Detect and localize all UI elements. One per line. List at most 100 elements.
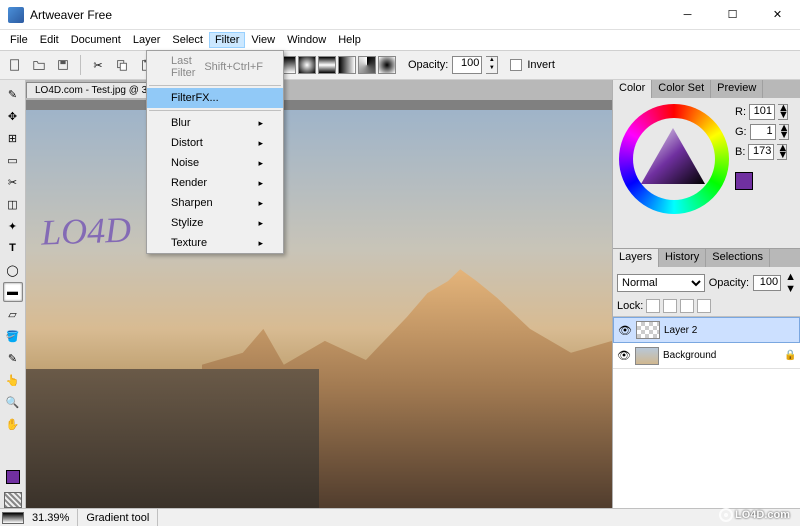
layer-name[interactable]: Background	[663, 350, 780, 361]
layer-opacity-input[interactable]: 100	[753, 275, 781, 291]
fill-tool[interactable]: 🪣	[3, 326, 23, 346]
lock-transparency-button[interactable]	[646, 299, 660, 313]
gradient-reflected-button[interactable]	[318, 56, 336, 74]
layer-thumbnail[interactable]	[636, 321, 660, 339]
gradient-tool[interactable]: ▬	[3, 282, 23, 302]
menu-sharpen[interactable]: Sharpen▸	[147, 193, 283, 213]
status-bar: 31.39% Gradient tool	[0, 508, 800, 526]
g-label: G:	[735, 126, 747, 138]
cut-button[interactable]: ✂	[87, 54, 109, 76]
menu-file[interactable]: File	[4, 32, 34, 48]
menu-distort[interactable]: Distort▸	[147, 133, 283, 153]
tab-color-set[interactable]: Color Set	[652, 80, 711, 98]
new-file-button[interactable]	[4, 54, 26, 76]
menu-last-filter: Last Filter Shift+Ctrl+F	[147, 51, 283, 83]
menu-render[interactable]: Render▸	[147, 173, 283, 193]
submenu-arrow-icon: ▸	[258, 218, 263, 229]
hand-tool[interactable]: ✋	[3, 414, 23, 434]
filter-dropdown: Last Filter Shift+Ctrl+F FilterFX... Blu…	[146, 50, 284, 254]
zoom-level[interactable]: 31.39%	[24, 509, 78, 526]
canvas-area: LO4D.com - Test.jpg @ 31... LO4D	[26, 80, 612, 508]
submenu-arrow-icon: ▸	[258, 238, 263, 249]
menu-separator	[149, 110, 281, 111]
copy-button[interactable]	[111, 54, 133, 76]
b-input[interactable]: 173	[748, 144, 774, 160]
visibility-toggle-icon[interactable]: 👁	[618, 324, 632, 337]
submenu-arrow-icon: ▸	[258, 178, 263, 189]
open-button[interactable]	[28, 54, 50, 76]
menu-noise[interactable]: Noise▸	[147, 153, 283, 173]
marquee-tool[interactable]: ▭	[3, 150, 23, 170]
menu-help[interactable]: Help	[332, 32, 367, 48]
pattern-swatch[interactable]	[4, 492, 22, 508]
close-button[interactable]: ✕	[755, 0, 800, 30]
lock-position-button[interactable]	[680, 299, 694, 313]
lasso-tool[interactable]: ✂	[3, 172, 23, 192]
menu-edit[interactable]: Edit	[34, 32, 65, 48]
stamp-tool[interactable]: ⊞	[3, 128, 23, 148]
r-input[interactable]: 101	[749, 104, 775, 120]
opacity-input[interactable]: 100	[452, 56, 482, 74]
color-wheel[interactable]	[619, 104, 729, 214]
menu-stylize[interactable]: Stylize▸	[147, 213, 283, 233]
gradient-type-group	[278, 56, 396, 74]
toolbar: ✂ ↶ ↷ Opacity: 100 ▲▼ Invert	[0, 50, 800, 80]
tab-history[interactable]: History	[659, 249, 706, 267]
g-spinner[interactable]: ▲▼	[779, 124, 789, 140]
tab-color[interactable]: Color	[613, 80, 652, 98]
foreground-color[interactable]	[6, 470, 20, 484]
canvas-image[interactable]: LO4D	[26, 110, 612, 508]
shape-tool[interactable]: ◯	[3, 260, 23, 280]
g-input[interactable]: 1	[750, 124, 776, 140]
layer-row[interactable]: 👁 Layer 2	[613, 317, 800, 343]
text-tool[interactable]: T	[3, 238, 23, 258]
tab-layers[interactable]: Layers	[613, 249, 659, 267]
gradient-angle-button[interactable]	[358, 56, 376, 74]
layer-thumbnail[interactable]	[635, 347, 659, 365]
zoom-tool[interactable]: 🔍	[3, 392, 23, 412]
right-panels: Color Color Set Preview R:101▲▼ G:1▲▼ B:…	[612, 80, 800, 508]
canvas-viewport[interactable]: LO4D	[26, 100, 612, 508]
menu-select[interactable]: Select	[166, 32, 209, 48]
blend-mode-select[interactable]: Normal	[617, 274, 705, 292]
r-spinner[interactable]: ▲▼	[778, 104, 788, 120]
b-spinner[interactable]: ▲▼	[777, 144, 787, 160]
menu-filterfx[interactable]: FilterFX...	[147, 88, 283, 108]
move-tool[interactable]: ✥	[3, 106, 23, 126]
maximize-button[interactable]: ☐	[710, 0, 755, 30]
minimize-button[interactable]: ─	[665, 0, 710, 30]
layer-name[interactable]: Layer 2	[664, 325, 779, 336]
menu-document[interactable]: Document	[65, 32, 127, 48]
gradient-square-button[interactable]	[378, 56, 396, 74]
menu-filter[interactable]: Filter	[209, 32, 245, 48]
menu-view[interactable]: View	[245, 32, 281, 48]
smudge-tool[interactable]: 👆	[3, 370, 23, 390]
opacity-spinner[interactable]: ▲▼	[486, 56, 498, 74]
lock-all-button[interactable]	[697, 299, 711, 313]
current-color-swatch[interactable]	[735, 172, 753, 190]
gradient-preview[interactable]	[2, 512, 24, 524]
invert-checkbox[interactable]	[510, 59, 522, 71]
wand-tool[interactable]: ✦	[3, 216, 23, 236]
gradient-radial-button[interactable]	[298, 56, 316, 74]
save-button[interactable]	[52, 54, 74, 76]
layer-row[interactable]: 👁 Background 🔒	[613, 343, 800, 369]
menu-window[interactable]: Window	[281, 32, 332, 48]
visibility-toggle-icon[interactable]: 👁	[617, 349, 631, 362]
tab-preview[interactable]: Preview	[711, 80, 763, 98]
menu-blur[interactable]: Blur▸	[147, 113, 283, 133]
watermark: LO4D.com	[717, 506, 790, 522]
eraser-tool[interactable]: ▱	[3, 304, 23, 324]
crop-tool[interactable]: ◫	[3, 194, 23, 214]
layer-opacity-spinner[interactable]: ▲▼	[785, 271, 796, 295]
brush-tool[interactable]: ✎	[3, 84, 23, 104]
menu-texture[interactable]: Texture▸	[147, 233, 283, 253]
lock-pixels-button[interactable]	[663, 299, 677, 313]
gradient-diamond-button[interactable]	[338, 56, 356, 74]
eyedropper-tool[interactable]: ✎	[3, 348, 23, 368]
submenu-arrow-icon: ▸	[258, 158, 263, 169]
window-title: Artweaver Free	[30, 8, 665, 22]
tab-selections[interactable]: Selections	[706, 249, 770, 267]
color-swatches[interactable]	[6, 470, 20, 484]
menu-layer[interactable]: Layer	[127, 32, 167, 48]
